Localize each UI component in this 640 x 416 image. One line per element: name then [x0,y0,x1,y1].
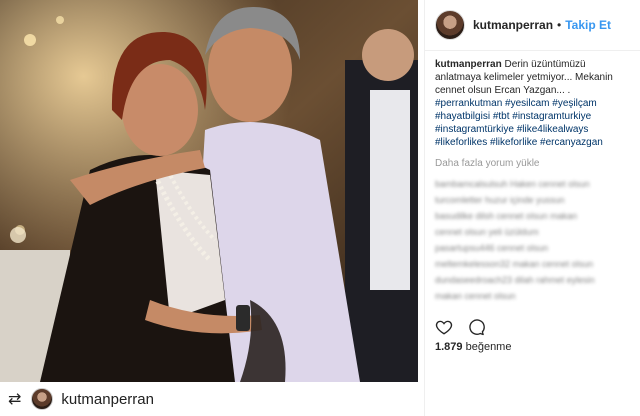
likes-number: 1.879 [435,341,463,353]
comments-section: kutmanperran Derin üzüntümüzü anlatmaya … [435,58,631,306]
heart-icon[interactable] [435,318,453,336]
repost-icon: ⇄ [8,391,22,408]
list-item: dundaseedroach23 dilah rahmet eylesin [435,275,595,285]
repost-bar: ⇄ kutmanperran [0,382,418,416]
likes-count[interactable]: 1.879 beğenme [435,341,511,353]
comment-list: bambamcalsulsuh Haken cennet olsun turco… [435,178,631,302]
caption: kutmanperran Derin üzüntümüzü anlatmaya … [435,58,631,149]
list-item: meltemkelesson32 makan cennet olsun [435,259,594,269]
post-actions [435,318,485,336]
likes-label: beğenme [465,341,512,353]
list-item: pasartupsu446 cennet olsun [435,243,549,253]
header-username[interactable]: kutmanperran [473,18,553,32]
post-header: kutmanperran • Takip Et [425,0,640,51]
post-photo [0,0,418,382]
list-item: basudilke dilsh cennet olsun makan [435,211,578,221]
caption-username[interactable]: kutmanperran [435,59,502,70]
list-item: turcomletter huzur içinde yussun [435,195,565,205]
load-more-comments-link[interactable]: Daha fazla yorum yükle [435,157,631,170]
post-side-panel: kutmanperran • Takip Et kutmanperran Der… [424,0,640,416]
separator-dot: • [557,18,562,32]
list-item: bambamcalsulsuh Haken cennet olsun [435,179,590,189]
repost-username: kutmanperran [61,390,154,408]
repost-avatar [31,388,54,410]
comment-icon[interactable] [467,318,485,336]
list-item: cennet olsun yeli üzüldum [435,227,539,237]
avatar[interactable] [435,10,465,40]
follow-button[interactable]: Takip Et [565,18,611,32]
list-item: makan cennet olsun [435,291,516,301]
caption-hashtags[interactable]: #perrankutman #yesilcam #yeşilçam #hayat… [435,98,603,148]
